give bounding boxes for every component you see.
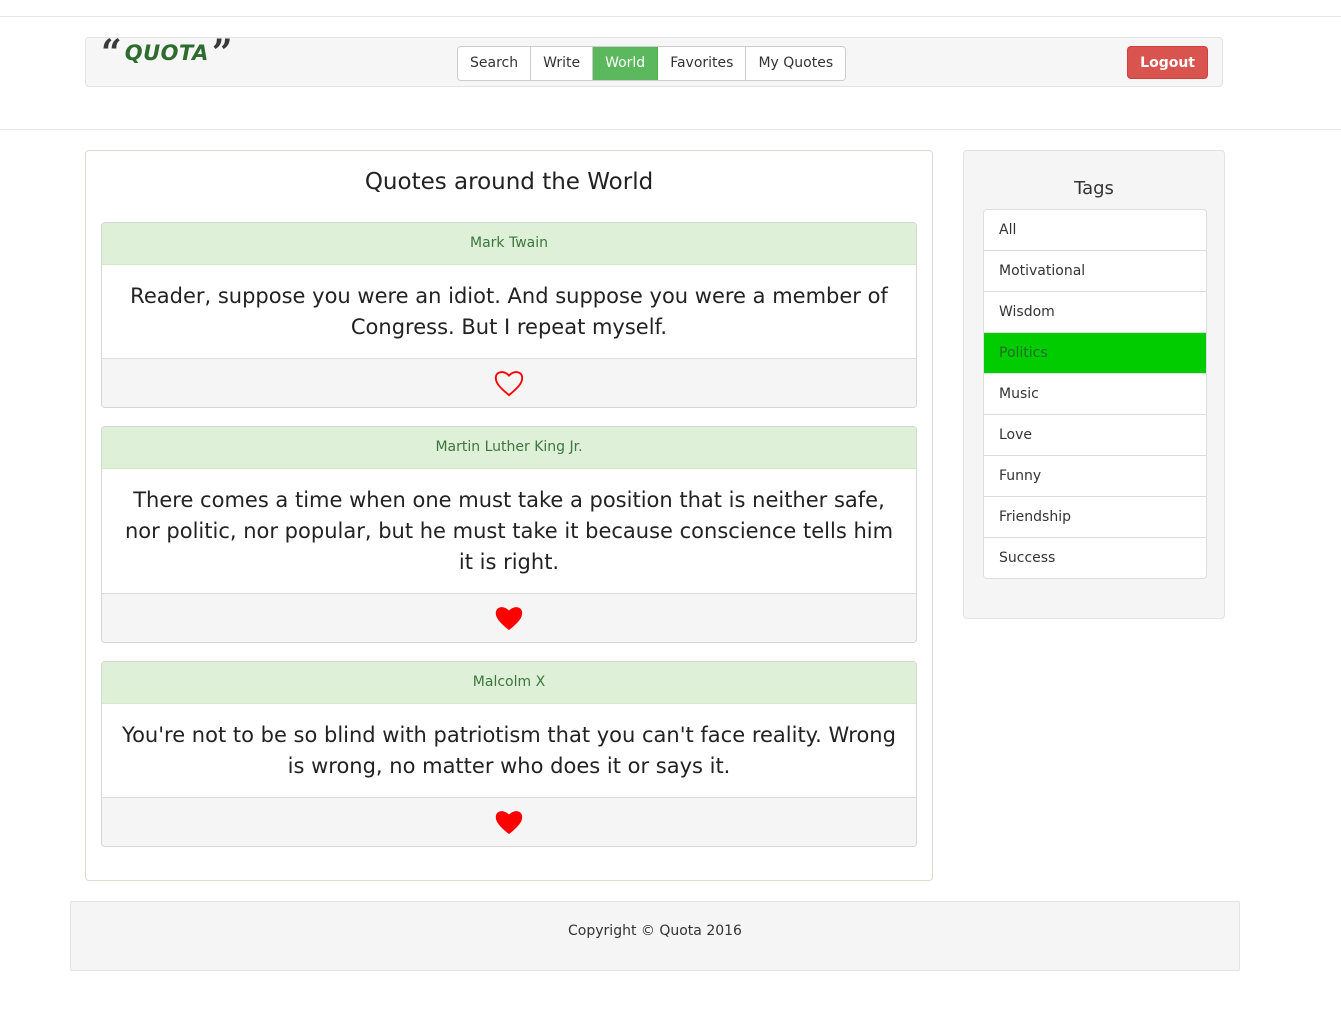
brand-name: QUOTA	[124, 41, 209, 65]
top-divider	[0, 16, 1341, 17]
tags-title: Tags	[1074, 178, 1114, 199]
nav-my-quotes-button[interactable]: My Quotes	[746, 47, 846, 80]
footer: Copyright © Quota 2016	[70, 901, 1240, 971]
copyright-text: Copyright © Quota 2016	[568, 923, 742, 939]
tag-item-funny[interactable]: Funny	[984, 456, 1206, 497]
tag-item-success[interactable]: Success	[984, 538, 1206, 578]
tag-item-wisdom[interactable]: Wisdom	[984, 292, 1206, 333]
navbar: “ QUOTA ” Search Write World Favorites M…	[85, 32, 1223, 87]
quote-card: Mark Twain Reader, suppose you were an i…	[101, 222, 917, 408]
tag-item-love[interactable]: Love	[984, 415, 1206, 456]
quote-footer	[102, 593, 916, 642]
nav-favorites-button[interactable]: Favorites	[658, 47, 747, 80]
quotes-panel: Quotes around the World Mark Twain Reade…	[85, 150, 933, 881]
nav-write-button[interactable]: Write	[531, 47, 594, 80]
tag-list: All Motivational Wisdom Politics Music L…	[983, 209, 1207, 579]
quote-footer	[102, 797, 916, 846]
quote-author: Mark Twain	[102, 223, 916, 265]
tag-item-friendship[interactable]: Friendship	[984, 497, 1206, 538]
close-quote-icon: ”	[211, 32, 233, 74]
tags-sidebar: Tags All Motivational Wisdom Politics Mu…	[963, 150, 1225, 619]
quote-footer	[102, 358, 916, 407]
open-quote-icon: “	[101, 32, 122, 74]
logout-button[interactable]: Logout	[1127, 46, 1208, 79]
nav-world-button[interactable]: World	[593, 47, 659, 80]
tag-item-politics[interactable]: Politics	[984, 333, 1206, 374]
quote-author: Martin Luther King Jr.	[102, 427, 916, 469]
brand-logo[interactable]: “ QUOTA ”	[101, 32, 233, 74]
nav-search-button[interactable]: Search	[458, 47, 532, 80]
quote-text: You're not to be so blind with patriotis…	[122, 723, 896, 778]
quote-card: Malcolm X You're not to be so blind with…	[101, 661, 917, 847]
quote-text: There comes a time when one must take a …	[124, 488, 894, 574]
heart-outline-icon[interactable]	[494, 369, 524, 397]
tag-item-all[interactable]: All	[984, 210, 1206, 251]
quote-author: Malcolm X	[102, 662, 916, 704]
tag-item-motivational[interactable]: Motivational	[984, 251, 1206, 292]
tag-item-music[interactable]: Music	[984, 374, 1206, 415]
quote-text: Reader, suppose you were an idiot. And s…	[130, 284, 888, 339]
page-title: Quotes around the World	[364, 169, 654, 195]
main-nav: Search Write World Favorites My Quotes	[457, 46, 847, 81]
header-divider	[0, 129, 1341, 130]
heart-filled-icon[interactable]	[494, 604, 524, 632]
quote-card: Martin Luther King Jr. There comes a tim…	[101, 426, 917, 643]
heart-filled-icon[interactable]	[494, 808, 524, 836]
